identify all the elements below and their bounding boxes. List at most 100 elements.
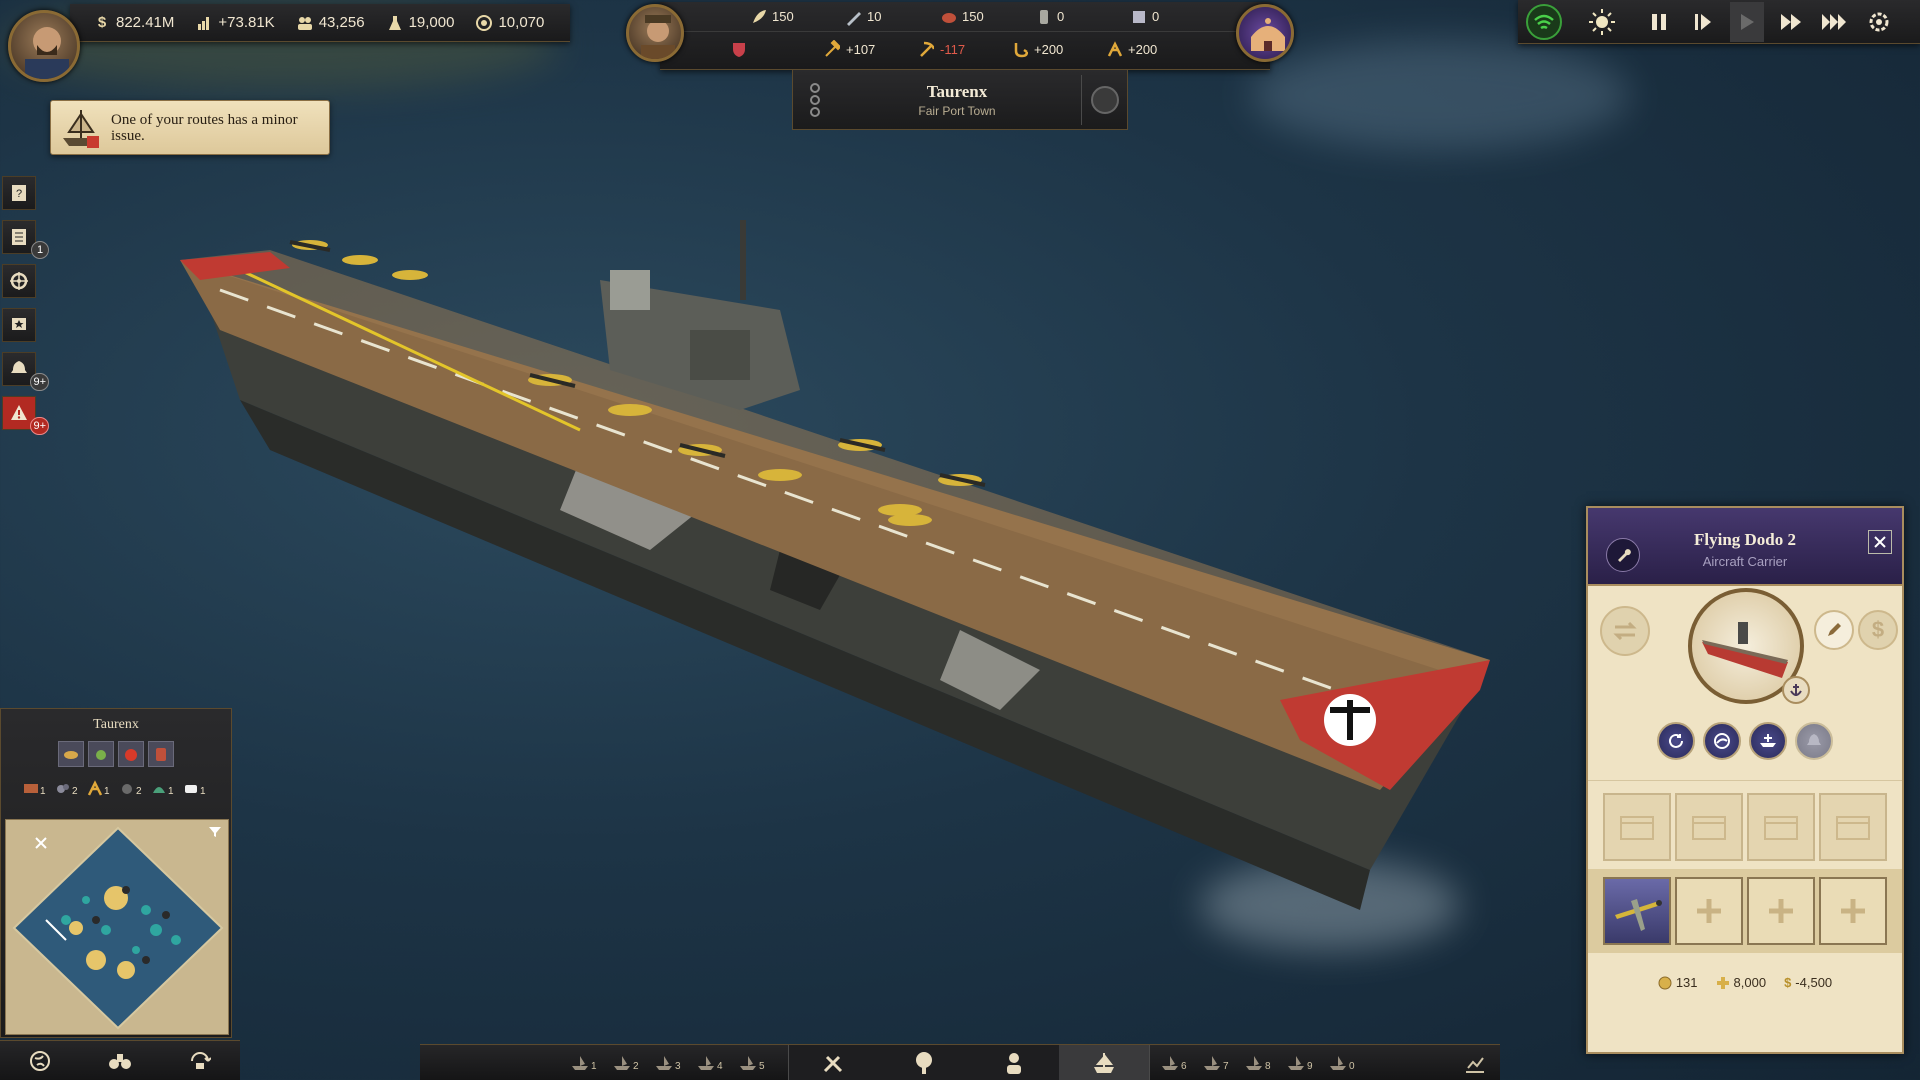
anchor-icon[interactable]: [1782, 676, 1810, 704]
aircraft-item-slot[interactable]: [1603, 877, 1671, 945]
route-notification[interactable]: One of your routes has a minor issue.: [50, 100, 330, 155]
goods-item[interactable]: 0: [1035, 9, 1130, 25]
minimap-town-title: Taurenx: [93, 717, 139, 732]
escort-button[interactable]: [1749, 722, 1787, 760]
minimap-panel: Taurenx 121211: [0, 708, 232, 1038]
flask-icon: [387, 15, 403, 31]
population-display[interactable]: 43,256: [297, 14, 365, 31]
ship-group-0[interactable]: 0: [1328, 1054, 1368, 1072]
rotate-view-icon[interactable]: [189, 1050, 212, 1072]
settings-gear-icon[interactable]: [1862, 10, 1896, 34]
vegetable-icon[interactable]: [88, 741, 114, 767]
research-display[interactable]: 10,070: [476, 14, 544, 31]
cargo-slot[interactable]: [1747, 793, 1815, 861]
ship-group-9[interactable]: 9: [1286, 1054, 1326, 1072]
sidebar-button[interactable]: 1: [2, 220, 49, 259]
bread-icon[interactable]: [58, 741, 84, 767]
tool-icon: [86, 779, 104, 797]
palace-icon: [1251, 18, 1285, 51]
step-button[interactable]: [1686, 12, 1720, 32]
sidebar-button[interactable]: [2, 264, 36, 298]
mode-tab-ship[interactable]: [1059, 1044, 1149, 1080]
empty-crate-icon: [1836, 816, 1870, 840]
town-emblem[interactable]: [1236, 4, 1294, 62]
player-avatar[interactable]: [8, 10, 80, 82]
trade-route-button[interactable]: [1703, 722, 1741, 760]
small-ship-icon: [1202, 1054, 1222, 1072]
statistics-icon[interactable]: [1464, 1052, 1486, 1074]
repeat-route-button[interactable]: [1657, 722, 1695, 760]
sidebar-button[interactable]: 9+: [2, 396, 49, 435]
attack-button[interactable]: [1795, 722, 1833, 760]
cargo-slot[interactable]: [1819, 793, 1887, 861]
small-ship-icon: [1244, 1054, 1264, 1072]
sell-ship-button[interactable]: $: [1858, 610, 1898, 650]
ship-group-6[interactable]: 6: [1160, 1054, 1200, 1072]
stock-item[interactable]: 1: [86, 773, 114, 797]
pin-ship-button[interactable]: [1606, 538, 1640, 572]
town-name-panel[interactable]: Taurenx Fair Port Town: [792, 70, 1128, 130]
production-stat[interactable]: -117: [918, 41, 1012, 57]
fast-forward-button[interactable]: [1774, 12, 1808, 32]
transfer-button[interactable]: [1600, 606, 1650, 656]
binoculars-icon[interactable]: [108, 1051, 132, 1071]
filter-icon[interactable]: [208, 826, 222, 838]
mode-tab-tree[interactable]: [879, 1045, 969, 1080]
goods-item[interactable]: 150: [940, 9, 1035, 25]
ship-group-5[interactable]: 5: [738, 1054, 778, 1072]
influence-display[interactable]: 19,000: [387, 14, 454, 31]
cargo-slot[interactable]: [1603, 793, 1671, 861]
pause-button[interactable]: [1642, 12, 1676, 32]
jar-icon[interactable]: [148, 741, 174, 767]
globe-icon[interactable]: [29, 1050, 51, 1072]
money-display[interactable]: $ 822.41M: [94, 14, 175, 31]
fastest-forward-button[interactable]: [1818, 12, 1852, 32]
goods-item[interactable]: 10: [845, 9, 940, 26]
pencil-icon: [1828, 623, 1841, 636]
aircraft-carrier-ship[interactable]: [180, 220, 1520, 920]
stock-item[interactable]: 1: [150, 773, 178, 797]
mode-tab-build-tools[interactable]: [789, 1045, 879, 1080]
cargo-slot[interactable]: [1675, 793, 1743, 861]
production-stat[interactable]: +200: [1012, 41, 1106, 58]
ship-warning-icon: [61, 106, 101, 150]
add-item-slot[interactable]: [1675, 877, 1743, 945]
income-display[interactable]: +73.81K: [196, 14, 275, 31]
ship-group-4[interactable]: 4: [696, 1054, 736, 1072]
production-stat[interactable]: [730, 41, 824, 57]
day-cycle-icon[interactable]: [1572, 2, 1632, 42]
town-toggle-button[interactable]: [1081, 74, 1127, 125]
play-button[interactable]: [1730, 1, 1764, 42]
wifi-icon[interactable]: [1526, 3, 1562, 40]
stock-item[interactable]: 1: [182, 773, 210, 797]
add-item-slot[interactable]: [1747, 877, 1815, 945]
rename-button[interactable]: [1814, 610, 1854, 650]
goods-item[interactable]: 0: [1130, 9, 1225, 25]
apple-icon[interactable]: [118, 741, 144, 767]
count-badge: 9+: [30, 417, 49, 435]
ship-group-2[interactable]: 2: [612, 1054, 652, 1072]
sidebar-button[interactable]: ?: [2, 176, 36, 210]
ship-group-3[interactable]: 3: [654, 1054, 694, 1072]
stock-item[interactable]: 1: [22, 773, 50, 797]
ore-icon: [54, 779, 72, 797]
sidebar-button[interactable]: [2, 308, 36, 342]
production-stat[interactable]: +107: [824, 40, 918, 57]
ship-group-1[interactable]: 1: [570, 1054, 610, 1072]
sidebar-button[interactable]: 9+: [2, 352, 49, 391]
bottom-bar: 12345 67890: [420, 1044, 1500, 1080]
production-stat[interactable]: +200: [1106, 41, 1200, 57]
mode-tab-person[interactable]: [969, 1045, 1059, 1080]
count-badge: 1: [31, 241, 49, 259]
close-panel-button[interactable]: [1868, 530, 1892, 554]
ship-group-7[interactable]: 7: [1202, 1054, 1242, 1072]
goods-item[interactable]: 150: [750, 9, 845, 25]
coal-icon: [118, 779, 136, 797]
plus-icon: [1841, 899, 1865, 923]
minimap[interactable]: [5, 819, 229, 1035]
add-item-slot[interactable]: [1819, 877, 1887, 945]
stock-item[interactable]: 2: [54, 773, 82, 797]
stock-item[interactable]: 2: [118, 773, 146, 797]
governor-avatar[interactable]: [626, 4, 684, 62]
ship-group-8[interactable]: 8: [1244, 1054, 1284, 1072]
